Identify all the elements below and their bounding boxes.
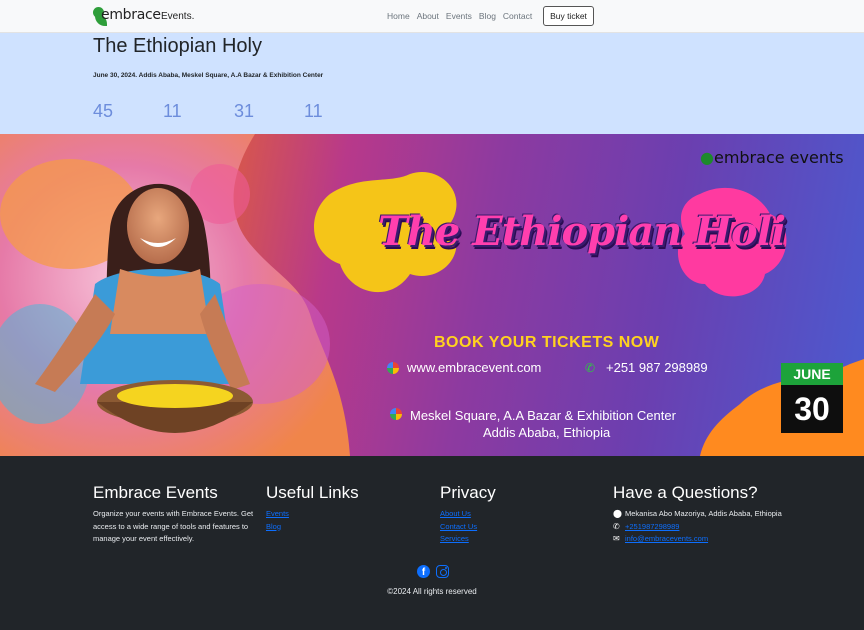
- footer-useful-links: Useful Links Events Blog: [266, 483, 426, 533]
- brand-suffix: Events.: [161, 10, 195, 22]
- countdown-hours: 11: [163, 101, 182, 121]
- buy-ticket-button[interactable]: Buy ticket: [543, 6, 594, 26]
- nav-links: Home About Events Blog Contact: [387, 11, 539, 21]
- google-icon: [387, 361, 399, 374]
- brand-word: embrace: [101, 7, 161, 23]
- footer-link-services[interactable]: Services: [440, 533, 600, 546]
- nav-link-contact[interactable]: Contact: [503, 11, 532, 21]
- facebook-icon[interactable]: f: [417, 565, 430, 578]
- countdown: 45 11 31 11: [0, 101, 864, 125]
- nav-link-home[interactable]: Home: [387, 11, 410, 21]
- envelope-icon: ✉: [613, 534, 620, 543]
- footer-link-blog[interactable]: Blog: [266, 521, 426, 534]
- footer-email: ✉ info@embracevents.com: [613, 533, 783, 546]
- nav-link-events[interactable]: Events: [446, 11, 472, 21]
- countdown-days: 45: [93, 101, 114, 121]
- banner-phone: ✆ +251 987 298989: [585, 360, 708, 375]
- footer-phone: ✆ +251987298989: [613, 521, 783, 534]
- footer-address: ⬤ Mekanisa Abo Mazoriya, Addis Ababa, Et…: [613, 508, 783, 521]
- footer-contact-title: Have a Questions?: [613, 483, 758, 502]
- brand[interactable]: embrace Events.: [93, 6, 194, 26]
- event-banner: ●embrace events The Ethiopian Holi BOOK …: [0, 134, 864, 456]
- copyright: ©2024 All rights reserved: [387, 587, 477, 596]
- footer-about: Embrace Events Organize your events with…: [93, 483, 258, 546]
- date-badge: JUNE 30: [781, 363, 843, 433]
- hero-section: The Ethiopian Holy June 30, 2024. Addis …: [0, 33, 864, 134]
- banner-logo: ●embrace events: [700, 148, 844, 167]
- date-month: JUNE: [781, 363, 843, 385]
- banner-headline: The Ethiopian Holi: [378, 208, 786, 255]
- footer-about-text: Organize your events with Embrace Events…: [93, 509, 254, 543]
- date-day: 30: [781, 385, 843, 433]
- footer-about-title: Embrace Events: [93, 483, 218, 502]
- phone-icon: ✆: [585, 360, 596, 375]
- footer-privacy-title: Privacy: [440, 483, 496, 502]
- map-pin-icon: [390, 408, 402, 420]
- brand-logo-icon: embrace: [93, 6, 161, 26]
- footer-email-link[interactable]: info@embracevents.com: [625, 533, 708, 546]
- banner-address-line1: Meskel Square, A.A Bazar & Exhibition Ce…: [390, 408, 676, 423]
- page-title: The Ethiopian Holy: [93, 35, 262, 57]
- banner-website: www.embracevent.com: [387, 360, 541, 375]
- footer-link-events[interactable]: Events: [266, 508, 426, 521]
- phone-icon: ✆: [613, 521, 620, 531]
- nav-link-blog[interactable]: Blog: [479, 11, 496, 21]
- footer-useful-links-title: Useful Links: [266, 483, 359, 502]
- banner-address-line2: Addis Ababa, Ethiopia: [483, 425, 611, 440]
- footer-link-about-us[interactable]: About Us: [440, 508, 600, 521]
- nav-link-about[interactable]: About: [417, 11, 439, 21]
- countdown-minutes: 31: [234, 101, 255, 121]
- navbar: embrace Events. Home About Events Blog C…: [0, 0, 864, 33]
- footer-contact: Have a Questions? ⬤ Mekanisa Abo Mazoriy…: [613, 483, 783, 546]
- footer-link-contact-us[interactable]: Contact Us: [440, 521, 600, 534]
- map-marker-icon: ⬤: [613, 509, 622, 518]
- footer-phone-link[interactable]: +251987298989: [625, 521, 679, 534]
- event-subtitle: June 30, 2024. Addis Ababa, Meskel Squar…: [93, 72, 324, 79]
- social-links: f: [417, 565, 449, 578]
- banner-cta: BOOK YOUR TICKETS NOW: [434, 334, 660, 351]
- footer-privacy: Privacy About Us Contact Us Services: [440, 483, 600, 546]
- instagram-icon[interactable]: [436, 565, 449, 578]
- countdown-seconds: 11: [304, 101, 323, 121]
